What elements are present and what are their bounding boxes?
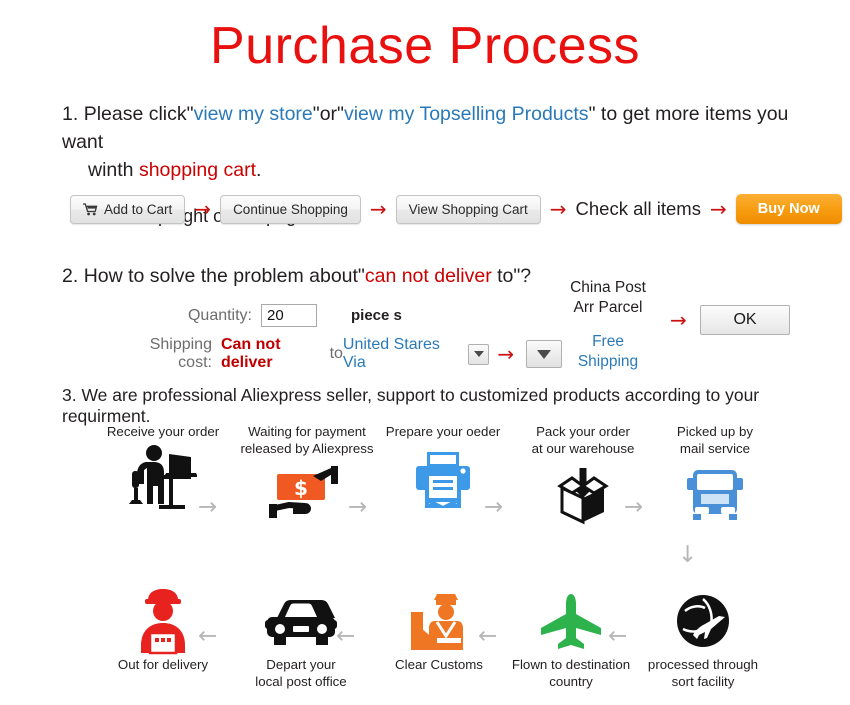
view-shopping-cart-button[interactable]: View Shopping Cart bbox=[395, 194, 541, 224]
truck-icon bbox=[687, 457, 743, 533]
add-to-cart-label: Add to Cart bbox=[104, 201, 173, 217]
arrow-left-icon-flow-3: ← bbox=[478, 623, 498, 649]
arrow-right-icon-1: → bbox=[194, 197, 212, 221]
continue-shopping-label: Continue Shopping bbox=[233, 201, 348, 217]
step-1-text-a: Please click" bbox=[83, 103, 194, 125]
arrow-right-icon-3: → bbox=[549, 197, 567, 221]
shipping-cost-row: Shipping cost: Can not deliver to United… bbox=[118, 336, 562, 372]
page-title: Purchase Process bbox=[210, 17, 640, 75]
flow-label-line2: country bbox=[549, 673, 593, 689]
step-2-text-a: How to solve the problem about" bbox=[83, 265, 365, 287]
step-1-text-b: "or" bbox=[312, 103, 344, 125]
flow-row-2: Out for delivery ← Depart your local pos… bbox=[0, 585, 850, 705]
step-1-text: 1. Please click"view my store"or"view my… bbox=[62, 100, 802, 184]
ok-button[interactable]: OK bbox=[700, 305, 790, 335]
arrow-down-icon-flow: ↓ bbox=[678, 542, 698, 568]
flow-label-line1: Waiting for payment bbox=[248, 424, 366, 439]
flow-label-line1: Depart your bbox=[266, 657, 336, 672]
step-1-text-e: . bbox=[256, 159, 262, 181]
check-all-items-text: Check all items bbox=[575, 198, 701, 219]
flow-label-line1: processed through bbox=[647, 657, 759, 672]
step-3-number: 3. bbox=[62, 385, 77, 405]
flow-label-line2: released by Aliexpress bbox=[240, 440, 374, 456]
flow-step-sort-facility: processed through sort facility bbox=[628, 585, 778, 690]
free-shipping-line2: Shipping bbox=[577, 353, 639, 370]
flow-label-line1: Pack your order bbox=[536, 424, 630, 439]
add-to-cart-button[interactable]: Add to Cart bbox=[70, 194, 186, 224]
country-dropdown-button[interactable] bbox=[467, 343, 490, 365]
quantity-row: Quantity: piece s bbox=[152, 304, 562, 327]
car-icon bbox=[265, 585, 337, 657]
link-view-my-store[interactable]: view my store bbox=[194, 103, 313, 125]
arrow-left-icon-flow-4: ← bbox=[608, 623, 628, 649]
arrow-right-icon-4: → bbox=[709, 197, 727, 221]
person-at-desk-icon bbox=[129, 441, 197, 517]
quantity-input[interactable] bbox=[261, 304, 317, 327]
flow-label-line2: sort facility bbox=[671, 673, 735, 689]
step-1-second-line: winth shopping cart. bbox=[88, 156, 802, 184]
money-hand-icon: $ bbox=[269, 457, 345, 533]
arrow-left-icon-flow-2: ← bbox=[336, 623, 356, 649]
quantity-label: Quantity: bbox=[187, 306, 252, 324]
piece-label: piece s bbox=[351, 307, 402, 324]
carrier-name-line1: China Post bbox=[570, 279, 646, 296]
purchase-button-row: Add to Cart → Continue Shopping → View S… bbox=[70, 194, 842, 224]
buy-now-label: Buy Now bbox=[757, 201, 820, 217]
arrow-right-icon-flow-1: → bbox=[198, 494, 218, 520]
flow-label-line2: local post office bbox=[255, 673, 347, 689]
ok-label: OK bbox=[733, 311, 757, 328]
shipping-country-text: United Stares Via bbox=[342, 336, 440, 371]
view-shopping-cart-label: View Shopping Cart bbox=[408, 201, 528, 217]
highlight-shopping-cart: shopping cart bbox=[138, 159, 257, 181]
arrow-right-icon-flow-3: → bbox=[484, 494, 504, 520]
step-2-number: 2. bbox=[62, 265, 79, 287]
flow-label-line1: Clear Customs bbox=[395, 657, 483, 672]
step-2-text: 2. How to solve the problem about"can no… bbox=[62, 262, 562, 290]
arrow-right-icon-shipping: → bbox=[497, 342, 515, 366]
arrow-right-icon-flow-2: → bbox=[348, 494, 368, 520]
carrier-name-line2: Arr Parcel bbox=[573, 299, 643, 316]
link-view-my-topselling-products[interactable]: view my Topselling Products bbox=[344, 103, 589, 125]
flow-label-line1: Prepare your oeder bbox=[385, 424, 501, 439]
flow-label-line1: Picked up by bbox=[676, 424, 754, 439]
fulfillment-flow-diagram: Receive your order → Waiting for payment… bbox=[0, 424, 850, 705]
arrow-right-icon-2: → bbox=[369, 197, 387, 221]
airplane-icon bbox=[538, 585, 604, 657]
arrow-right-icon-ok: → bbox=[670, 308, 687, 332]
packing-box-icon bbox=[552, 457, 614, 533]
flow-label-line2: at our warehouse bbox=[531, 440, 635, 456]
step-2-block: 2. How to solve the problem about"can no… bbox=[62, 262, 562, 372]
shipping-to-text: to bbox=[329, 345, 343, 362]
step-1-text-d: winth bbox=[88, 159, 139, 181]
step-3-text: We are professional Aliexpress seller, s… bbox=[62, 385, 760, 426]
highlight-can-not-deliver: can not deliver bbox=[364, 265, 492, 287]
chevron-down-icon-small bbox=[473, 351, 484, 357]
step-3-block: 3. We are professional Aliexpress seller… bbox=[62, 385, 822, 427]
buy-now-button[interactable]: Buy Now bbox=[735, 194, 842, 224]
flow-label-line1: Out for delivery bbox=[117, 657, 209, 672]
globe-plane-icon bbox=[673, 585, 733, 657]
shopping-cart-icon bbox=[83, 202, 98, 216]
arrow-left-icon-flow-1: ← bbox=[198, 623, 218, 649]
carrier-info-block: China Post Arr Parcel Free Shipping bbox=[548, 278, 668, 372]
free-shipping-line1: Free bbox=[592, 333, 624, 350]
svg-text:$: $ bbox=[294, 476, 308, 500]
flow-label-line2: mail service bbox=[679, 440, 751, 456]
shipping-alert-text: Can not deliver bbox=[220, 336, 281, 371]
flow-label-line1: Receive your order bbox=[106, 424, 220, 439]
flow-row-1: Receive your order → Waiting for payment… bbox=[0, 424, 850, 549]
continue-shopping-button[interactable]: Continue Shopping bbox=[220, 194, 361, 224]
step-2-text-b: to"? bbox=[491, 265, 532, 287]
delivery-person-icon bbox=[132, 585, 194, 657]
step-1-number: 1. bbox=[62, 103, 79, 125]
flow-label-line1: Flown to destination bbox=[511, 657, 631, 672]
customs-officer-icon bbox=[407, 585, 471, 657]
printer-icon bbox=[414, 441, 472, 517]
flow-step-picked-up: Picked up by mail service bbox=[640, 424, 790, 533]
shipping-cost-label: Shipping cost: bbox=[149, 336, 212, 371]
